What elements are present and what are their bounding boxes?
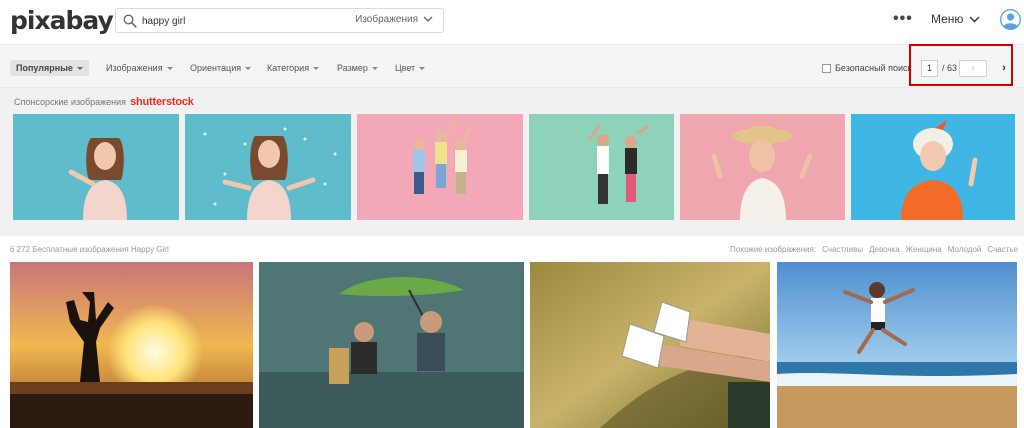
header: pixabay Изображения ••• Меню: [0, 0, 1024, 44]
search-icon: [123, 14, 137, 28]
pagination: 1 / 63 ‹ ›: [909, 44, 1013, 86]
sponsored-image-6[interactable]: [851, 114, 1015, 220]
related-tag[interactable]: Молодой: [948, 245, 982, 254]
sponsored-image-4[interactable]: [529, 114, 674, 220]
result-image-3[interactable]: [530, 262, 770, 428]
filter-category-dropdown[interactable]: Категория: [267, 63, 320, 73]
sponsored-image-5[interactable]: [680, 114, 845, 220]
caret-down-icon: [166, 67, 173, 70]
shutterstock-logo[interactable]: shutterstock: [130, 96, 194, 108]
filter-orientation-dropdown[interactable]: Ориентация: [190, 63, 252, 73]
sort-popular-label: Популярные: [16, 63, 73, 73]
filter-label: Категория: [267, 63, 310, 73]
sponsored-section: Спонсорские изображения shutterstock: [0, 88, 1024, 236]
sponsored-image-2[interactable]: [185, 114, 351, 220]
sponsored-label: Спонсорские изображения: [14, 97, 127, 107]
sort-popular-dropdown[interactable]: Популярные: [10, 60, 89, 76]
results-bar: 6 272 Бесплатные изображения Happy Girl …: [0, 236, 1024, 262]
related-tag[interactable]: Женщина: [906, 245, 942, 254]
related-tag[interactable]: Счастливы: [822, 245, 863, 254]
safe-search-toggle[interactable]: Безопасный поиск: [822, 63, 911, 73]
filter-label: Размер: [337, 63, 368, 73]
chevron-down-icon: [423, 16, 433, 22]
sponsored-image-3[interactable]: [357, 114, 523, 220]
caret-down-icon: [371, 67, 378, 70]
page-total: / 63: [942, 63, 958, 73]
filter-images-dropdown[interactable]: Изображения: [106, 63, 173, 73]
filter-label: Ориентация: [190, 63, 242, 73]
menu-button[interactable]: Меню: [931, 12, 980, 26]
search-box[interactable]: Изображения: [115, 8, 444, 33]
more-options-icon[interactable]: •••: [893, 11, 913, 27]
filter-bar: Популярные Изображения Ориентация Катего…: [0, 44, 1024, 88]
result-image-4[interactable]: [777, 262, 1017, 428]
page-number-input[interactable]: 1: [921, 60, 938, 77]
caret-down-icon: [76, 66, 83, 70]
caret-down-icon: [313, 67, 320, 70]
caret-down-icon: [245, 67, 252, 70]
related-searches: Похожие изображения: Счастливы Девочка Ж…: [730, 245, 1018, 254]
filter-label: Изображения: [106, 63, 163, 73]
caret-down-icon: [419, 67, 426, 70]
result-image-2[interactable]: [259, 262, 524, 428]
sponsored-label-row: Спонсорские изображения shutterstock: [14, 96, 194, 108]
result-image-1[interactable]: [10, 262, 253, 428]
sponsored-image-1[interactable]: [13, 114, 179, 220]
related-tag[interactable]: Девочка: [869, 245, 900, 254]
user-avatar-icon[interactable]: [1000, 9, 1021, 30]
related-label: Похожие изображения:: [730, 245, 817, 254]
filter-color-dropdown[interactable]: Цвет: [395, 63, 426, 73]
results-count: 6 272 Бесплатные изображения Happy Girl: [10, 245, 169, 254]
menu-label: Меню: [931, 12, 964, 26]
filter-size-dropdown[interactable]: Размер: [337, 63, 378, 73]
related-tag[interactable]: Счастье: [987, 245, 1018, 254]
chevron-down-icon: [969, 16, 980, 22]
safe-search-label: Безопасный поиск: [835, 63, 912, 73]
prev-page-button[interactable]: ‹: [959, 60, 987, 77]
search-scope-dropdown[interactable]: Изображения: [355, 14, 433, 25]
search-scope-label: Изображения: [355, 14, 418, 25]
search-input[interactable]: [142, 11, 362, 31]
filter-label: Цвет: [395, 63, 416, 73]
next-page-button[interactable]: ›: [998, 60, 1010, 77]
pixabay-logo[interactable]: pixabay: [10, 7, 114, 35]
safe-search-checkbox[interactable]: [822, 63, 831, 73]
